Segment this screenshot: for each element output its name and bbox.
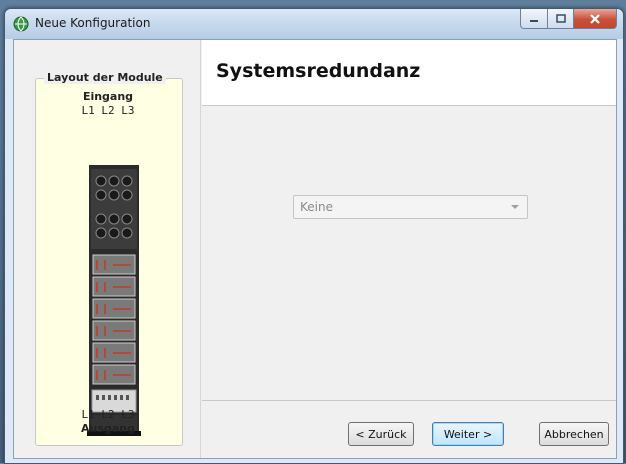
minimize-icon (530, 19, 538, 22)
chevron-down-icon (511, 205, 519, 209)
output-phase-labels: L1 L2 L3 (81, 408, 135, 421)
redundancy-select[interactable]: Keine (293, 195, 528, 219)
back-button[interactable]: < Zurück (348, 422, 414, 446)
next-button[interactable]: Weiter > (432, 422, 504, 446)
ups-rack-image (87, 165, 141, 436)
globe-app-icon (13, 16, 29, 32)
output-label: Ausgang (81, 422, 135, 435)
cancel-button[interactable]: Abbrechen (539, 422, 609, 446)
group-title: Layout der Module (44, 71, 166, 84)
maximize-icon (555, 14, 566, 23)
title-bar[interactable]: Neue Konfiguration (5, 9, 623, 39)
minimize-button[interactable] (520, 9, 548, 29)
maximize-button[interactable] (548, 9, 574, 29)
page-title: Systemsredundanz (216, 60, 421, 82)
input-label: Eingang (82, 90, 134, 103)
close-icon (590, 13, 600, 24)
panel-divider (200, 40, 201, 458)
window-title: Neue Konfiguration (35, 16, 151, 30)
page-header: Systemsredundanz (202, 40, 616, 106)
redundancy-select-value: Keine (300, 200, 333, 214)
footer-divider (202, 400, 616, 401)
wizard-client-area: Layout der Module Eingang L1 L2 L3 L1 L2… (13, 39, 617, 459)
window-controls (520, 9, 617, 29)
close-button[interactable] (574, 9, 617, 29)
wizard-window: Neue Konfiguration Layout der Module Ein… (4, 8, 624, 464)
input-phase-labels: L1 L2 L3 (81, 104, 135, 117)
